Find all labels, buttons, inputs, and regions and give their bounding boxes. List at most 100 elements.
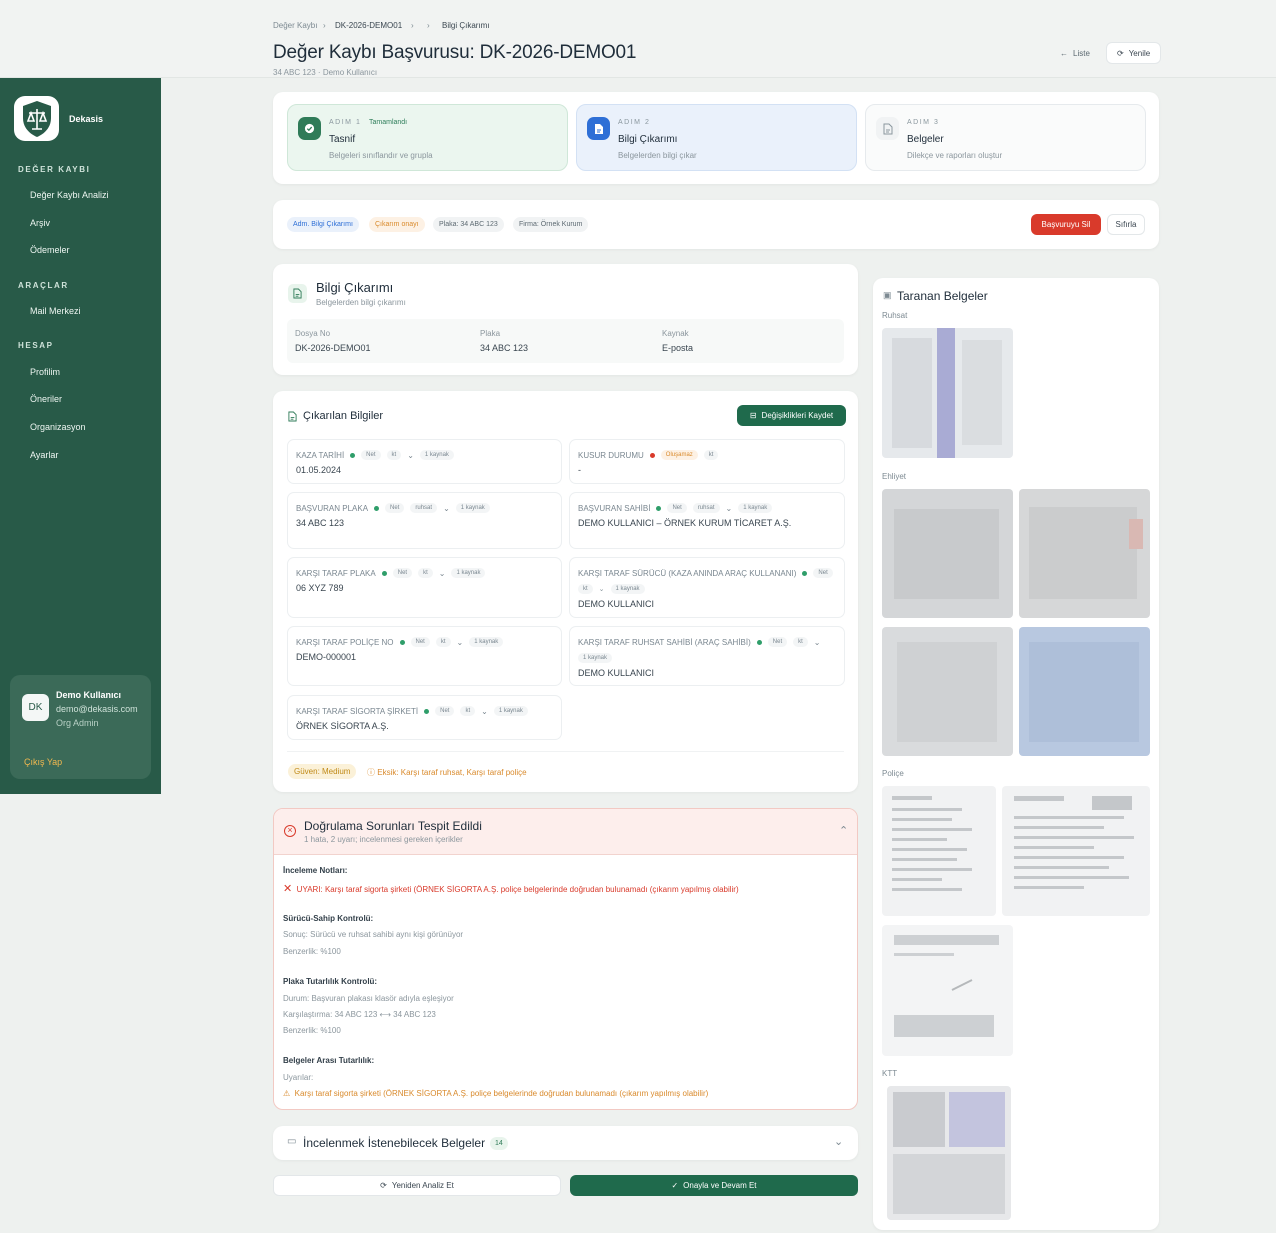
step-2[interactable]: ADIM 2 Bilgi Çıkarımı Belgelerden bilgi …: [576, 104, 857, 171]
field-karsi-sigorta[interactable]: KARŞI TARAF SİGORTA ŞİRKETİ Net kt ⌄ 1 kayna…: [287, 695, 562, 740]
sidebar-item-oneriler[interactable]: Öneriler: [30, 394, 62, 404]
app-logo[interactable]: [14, 96, 59, 141]
chevron-down-icon: ⌄: [438, 568, 446, 578]
sidebar-item-ayarlar[interactable]: Ayarlar: [30, 450, 58, 460]
save-changes-button[interactable]: ⊟ Değişiklikleri Kaydet: [737, 405, 846, 426]
field-karsi-surucu[interactable]: KARŞI TARAF SÜRÜCÜ (KAZA ANINDA ARAÇ KUL…: [569, 557, 845, 618]
field-basvuran-sahibi[interactable]: BAŞVURAN SAHİBİ Net ruhsat ⌄ 1 kaynak DEMO K…: [569, 492, 845, 549]
arrow-left-icon: ←: [1060, 48, 1068, 58]
confidence-badge: Güven: Medium: [288, 764, 357, 779]
document-icon: [288, 411, 297, 424]
step-title: Tasnif: [329, 134, 356, 145]
status-pill: Çıkarım onayı: [369, 217, 425, 232]
info-fields: Dosya No DK-2026-DEMO01 Plaka 34 ABC 123…: [287, 319, 844, 363]
user-name: Demo Kullanıcı: [56, 690, 122, 700]
field-karsi-police[interactable]: KARŞI TARAF POLİÇE NO Net kt ⌄ 1 kaynak DEMO…: [287, 626, 562, 686]
document-icon: [587, 117, 610, 140]
field-basvuran-plaka[interactable]: BAŞVURAN PLAKA Net ruhsat ⌄ 1 kaynak 34 ABC …: [287, 492, 562, 549]
step-3[interactable]: ADIM 3 Belgeler Dilekçe ve raporları olu…: [865, 104, 1146, 171]
sidebar: Dekasis DEĞER KAYBI Değer Kaybı Analizi …: [0, 78, 161, 794]
document-thumbnail[interactable]: [1019, 627, 1150, 756]
refresh-icon: ⟳: [1117, 48, 1124, 58]
user-email: demo@dekasis.com: [56, 704, 138, 714]
validation-subtitle: 1 hata, 2 uyarı; incelenmesi gereken içe…: [304, 835, 463, 844]
chevron-up-icon[interactable]: ⌃: [839, 824, 848, 837]
validation-title: Doğrulama Sorunları Tespit Edildi: [304, 819, 482, 833]
extracted-title: Çıkarılan Bilgiler: [303, 410, 384, 422]
sidebar-item-mail[interactable]: Mail Merkezi: [30, 306, 81, 316]
info-card: Bilgi Çıkarımı Belgelerden bilgi çıkarım…: [273, 264, 858, 375]
status-badge: Tamamlandı: [369, 119, 408, 126]
refresh-button[interactable]: ⟳ Yenile: [1106, 42, 1162, 64]
document-icon: [288, 284, 307, 303]
field-kusur-durumu[interactable]: KUSUR DURUMU Oluşamaz kt -: [569, 439, 845, 484]
document-thumbnail[interactable]: [882, 328, 1013, 458]
document-thumbnail[interactable]: [887, 1086, 1011, 1220]
review-error: ✕ UYARI: Karşı taraf sigorta şirketi (ÖR…: [283, 883, 739, 895]
brand-name: Dekasis: [69, 114, 104, 124]
delete-application-button[interactable]: Başvuruyu Sil: [1031, 214, 1101, 235]
sidebar-item-arsiv[interactable]: Arşiv: [30, 218, 50, 228]
document-thumbnail[interactable]: [882, 925, 1013, 1056]
user-card: DK Demo Kullanıcı demo@dekasis.com Org A…: [10, 675, 151, 779]
cross-warning: ⚠ Karşı taraf sigorta şirketi (ÖRNEK SİG…: [283, 1089, 709, 1098]
section-title-araclar: ARAÇLAR: [18, 281, 69, 290]
source-value: E-posta: [662, 343, 694, 353]
chevron-down-icon: ⌄: [725, 503, 733, 513]
plate-value: 34 ABC 123: [480, 343, 529, 353]
field-karsi-plaka[interactable]: KARŞI TARAF PLAKA Net kt ⌄ 1 kaynak 06 XYZ 7…: [287, 557, 562, 618]
review-docs-row[interactable]: ▭ İncelenmek İstenebilecek Belgeler 14 ⌄: [273, 1126, 858, 1160]
sidebar-item-profil[interactable]: Profilim: [30, 367, 60, 377]
chevron-down-icon: ⌄: [598, 586, 605, 593]
chevron-down-icon: ⌄: [456, 637, 464, 647]
divider: [287, 751, 844, 752]
breadcrumb-item-2[interactable]: DK-2026-DEMO01: [335, 21, 402, 30]
document-icon: [876, 117, 899, 140]
sidebar-item-organizasyon[interactable]: Organizasyon: [30, 422, 86, 432]
step-title: Bilgi Çıkarımı: [618, 134, 678, 145]
folder-icon: ▭: [287, 1136, 297, 1147]
document-thumbnail[interactable]: [1019, 489, 1150, 618]
scanned-title: Taranan Belgeler: [897, 289, 988, 303]
error-circle-icon: ×: [284, 825, 296, 837]
section-title-hesap: HESAP: [18, 341, 54, 350]
review-docs-title: İncelenmek İstenebilecek Belgeler: [303, 1136, 486, 1150]
field-karsi-ruhsat-sahibi[interactable]: KARŞI TARAF RUHSAT SAHİBİ (ARAÇ SAHİBİ) N…: [569, 626, 845, 686]
group-label-ehliyet: Ehliyet: [882, 472, 907, 481]
refresh-icon: ⟳: [380, 1181, 387, 1190]
step-desc: Belgeleri sınıflandır ve grupla: [329, 151, 433, 160]
save-icon: ⊟: [749, 411, 757, 420]
status-pill: Plaka: 34 ABC 123: [433, 217, 504, 232]
step-title: Belgeler: [907, 134, 944, 145]
sidebar-item-analiz[interactable]: Değer Kaybı Analizi: [30, 190, 109, 200]
extracted-card: Çıkarılan Bilgiler ⊟ Değişiklikleri Kayde…: [273, 391, 858, 792]
document-thumbnail[interactable]: [882, 489, 1013, 618]
user-role: Org Admin: [56, 718, 99, 728]
chevron-right-icon: ›: [411, 21, 414, 30]
avatar[interactable]: DK: [22, 694, 49, 721]
document-thumbnail[interactable]: [882, 627, 1013, 756]
list-button[interactable]: ← Liste: [1050, 42, 1100, 64]
document-thumbnail[interactable]: [882, 786, 996, 916]
group-label-ruhsat: Ruhsat: [882, 311, 908, 320]
check-circle-icon: [298, 117, 321, 140]
page-title: Değer Kaybı Başvurusu: DK-2026-DEMO01: [273, 42, 637, 63]
chevron-right-icon: ›: [427, 21, 430, 30]
document-thumbnail[interactable]: [1002, 786, 1150, 916]
chevron-down-icon: ⌄: [407, 450, 414, 460]
sidebar-item-odemeler[interactable]: Ödemeler: [30, 245, 70, 255]
check-circle-icon: ✓: [671, 1181, 679, 1190]
field-kaza-tarihi[interactable]: KAZA TARİHİ Net kt ⌄ 1 kaynak 01.05.2024: [287, 439, 562, 484]
reset-button[interactable]: Sıfırla: [1107, 214, 1145, 235]
reanalyze-button[interactable]: ⟳ Yeniden Analiz Et: [273, 1175, 561, 1196]
info-icon: ⓘ: [367, 768, 375, 777]
step-1[interactable]: ADIM 1 Tamamlandı Tasnif Belgeleri sınıf…: [287, 104, 568, 171]
group-label-ktt: KTT: [882, 1069, 898, 1078]
approve-continue-button[interactable]: ✓ Onayla ve Devam Et: [570, 1175, 858, 1196]
logout-link[interactable]: Çıkış Yap: [24, 757, 62, 767]
image-icon: ▣: [883, 290, 892, 300]
steps-card: ADIM 1 Tamamlandı Tasnif Belgeleri sınıf…: [273, 92, 1159, 184]
chevron-down-icon: ⌄: [834, 1136, 844, 1148]
breadcrumb-item-1[interactable]: Değer Kaybı: [273, 21, 317, 30]
section-title-deger-kaybi: DEĞER KAYBI: [18, 165, 91, 174]
